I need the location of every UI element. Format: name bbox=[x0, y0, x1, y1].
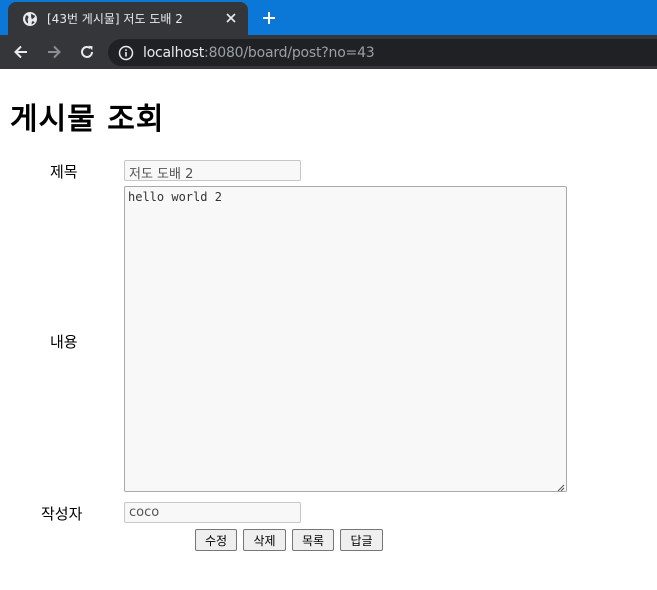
resize-handle-icon[interactable] bbox=[556, 481, 565, 492]
globe-icon bbox=[22, 11, 38, 27]
page-title: 게시물 조회 bbox=[10, 102, 165, 137]
edit-button[interactable]: 수정 bbox=[195, 529, 237, 551]
url-text[interactable]: localhost:8080/board/post?no=43 bbox=[143, 45, 375, 61]
browser-tab[interactable]: [43번 게시물] 저도 도배 2 bbox=[8, 2, 248, 35]
url-host: localhost bbox=[143, 44, 205, 61]
writer-field[interactable]: coco bbox=[124, 502, 301, 523]
title-field[interactable]: 저도 도배 2 bbox=[124, 160, 301, 182]
content-text: hello world 2 bbox=[128, 190, 222, 204]
title-label: 제목 bbox=[50, 163, 78, 181]
content-textarea[interactable]: hello world 2 bbox=[124, 186, 567, 492]
tab-strip: [43번 게시물] 저도 도배 2 bbox=[0, 0, 657, 35]
tab-title: [43번 게시물] 저도 도배 2 bbox=[47, 12, 183, 26]
arrow-left-icon bbox=[13, 44, 29, 60]
new-tab-button[interactable] bbox=[259, 8, 279, 28]
list-button[interactable]: 목록 bbox=[292, 529, 334, 551]
delete-button[interactable]: 삭제 bbox=[243, 529, 286, 551]
content-label: 내용 bbox=[50, 333, 78, 351]
address-bar[interactable]: localhost:8080/board/post?no=43 bbox=[108, 39, 657, 66]
back-button[interactable] bbox=[11, 42, 31, 62]
reload-icon bbox=[79, 44, 95, 60]
forward-button[interactable] bbox=[44, 42, 64, 62]
close-icon[interactable] bbox=[224, 11, 238, 25]
info-icon[interactable] bbox=[118, 45, 134, 61]
plus-icon bbox=[262, 11, 276, 25]
url-path: :8080/board/post?no=43 bbox=[204, 44, 375, 61]
reload-button[interactable] bbox=[77, 42, 97, 62]
arrow-right-icon bbox=[46, 44, 62, 60]
reply-button[interactable]: 답글 bbox=[340, 529, 383, 551]
writer-label: 작성자 bbox=[41, 505, 83, 523]
